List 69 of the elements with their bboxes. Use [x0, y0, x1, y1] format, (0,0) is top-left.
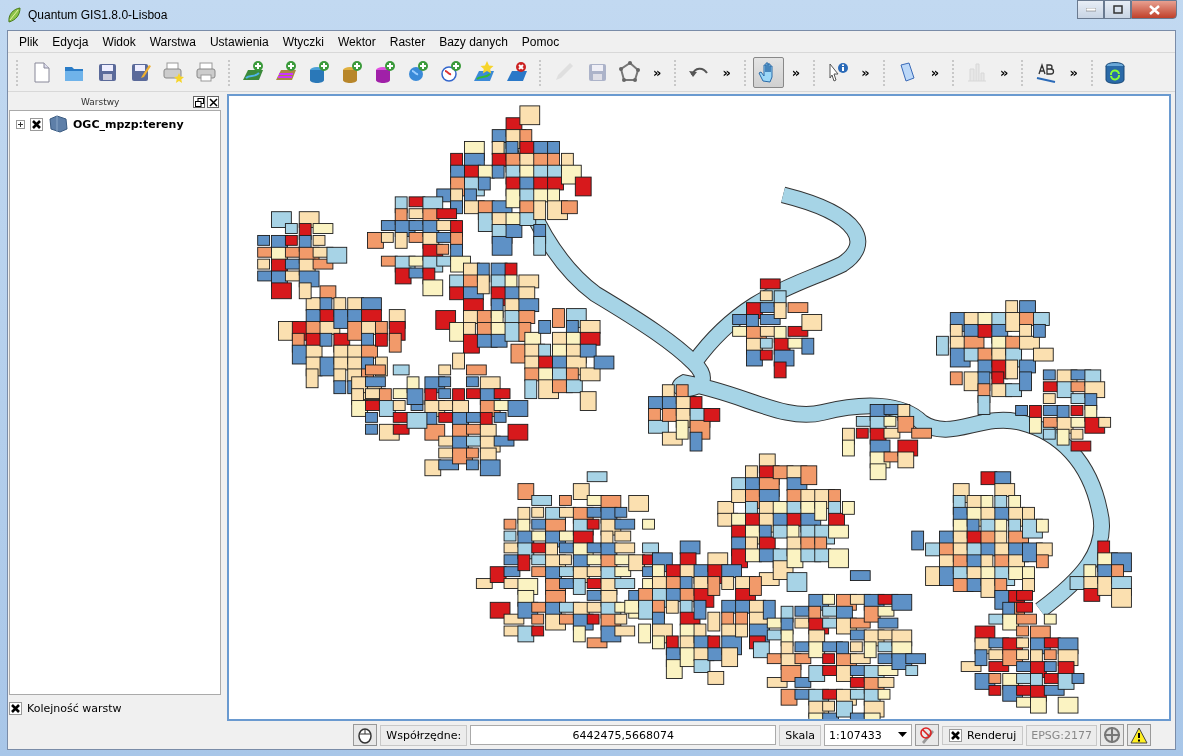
polygon-nodes-icon — [617, 60, 642, 84]
minimize-button[interactable] — [1077, 0, 1104, 19]
expand-icon[interactable] — [16, 119, 25, 129]
messages-button[interactable] — [353, 724, 378, 746]
crosshair-icon — [1103, 726, 1121, 744]
stop-render-button[interactable] — [915, 724, 939, 746]
overflow-button[interactable]: » — [1063, 64, 1084, 80]
layer-order-checkbox[interactable] — [9, 701, 22, 715]
checkbox-label: Renderuj — [967, 728, 1017, 742]
printer-star-icon — [160, 60, 185, 84]
maximize-icon — [1112, 5, 1123, 14]
coordinates-field[interactable]: 6442475,5668074 — [470, 725, 777, 745]
leaf-logo-icon — [6, 7, 22, 23]
menu-item[interactable]: Raster — [382, 32, 433, 51]
menu-item[interactable]: Edycja — [45, 32, 96, 51]
warning-button[interactable] — [1127, 724, 1151, 746]
maximize-button[interactable] — [1104, 0, 1131, 19]
menu-item[interactable]: Bazy danych — [432, 32, 515, 51]
toolbar-grip-icon[interactable] — [742, 58, 747, 86]
dropdown-caret-icon — [898, 732, 907, 738]
mouse-icon — [356, 726, 375, 744]
projection-button[interactable] — [1100, 724, 1124, 746]
scale-combo[interactable]: 1:107433 — [824, 724, 912, 746]
render-toggle[interactable]: Renderuj — [942, 725, 1024, 745]
stop-brush-icon — [918, 726, 936, 744]
toolbar-grip-icon[interactable] — [951, 58, 956, 86]
toolbar-grip-icon[interactable] — [15, 58, 19, 86]
render-checkbox[interactable] — [949, 728, 962, 742]
menu-item[interactable]: Wtyczki — [275, 32, 331, 51]
toolbar-grip-icon[interactable] — [673, 58, 678, 86]
menu-item[interactable]: Wektor — [331, 32, 383, 51]
overflow-button[interactable]: » — [716, 64, 737, 80]
map-star-icon — [471, 60, 496, 84]
overflow-button[interactable]: » — [647, 64, 668, 80]
overflow-button[interactable]: » — [785, 64, 807, 80]
menu-item[interactable]: Pomoc — [514, 32, 567, 51]
overflow-button[interactable]: » — [924, 64, 946, 80]
layer-checkbox[interactable] — [30, 117, 43, 131]
coordinates-label: Współrzędne: — [380, 724, 468, 746]
menu-item[interactable]: Plik — [12, 32, 46, 51]
close-panel-button[interactable] — [207, 96, 219, 108]
printer-icon — [193, 60, 218, 84]
float-window-icon — [194, 97, 204, 107]
map-remove-icon — [504, 60, 529, 84]
menu-item[interactable]: Warstwa — [142, 32, 203, 51]
polygon-layer-icon — [48, 115, 68, 133]
panel-title: Warstwy — [81, 97, 120, 107]
menu-item[interactable]: Ustawienia — [202, 32, 276, 51]
window-title: Quantum GIS1.8.0-Lisboa — [28, 8, 168, 22]
toolbar-grip-icon[interactable] — [1020, 58, 1025, 86]
close-button[interactable] — [1131, 0, 1177, 19]
database-refresh-icon — [1103, 60, 1128, 84]
close-icon — [1148, 4, 1160, 15]
overflow-button[interactable]: » — [855, 64, 876, 80]
minimize-icon — [1085, 7, 1096, 12]
toolbar-grip-icon[interactable] — [227, 58, 231, 86]
toolbar-grip-icon[interactable] — [538, 58, 542, 86]
close-icon — [208, 97, 218, 107]
overflow-button[interactable]: » — [994, 64, 1015, 80]
toolbar-grip-icon[interactable] — [812, 58, 817, 86]
float-button[interactable] — [193, 96, 205, 108]
scale-label: Skala — [779, 724, 821, 746]
warning-icon — [1130, 726, 1148, 744]
checkbox-label: Kolejność warstw — [27, 701, 122, 715]
globe-plus-icon — [438, 60, 463, 84]
toolbar-grip-icon[interactable] — [1089, 58, 1094, 86]
layer-name[interactable]: OGC_mpzp:tereny — [73, 117, 184, 131]
toolbar-grip-icon[interactable] — [881, 58, 886, 86]
menu-item[interactable]: Widok — [95, 32, 143, 51]
